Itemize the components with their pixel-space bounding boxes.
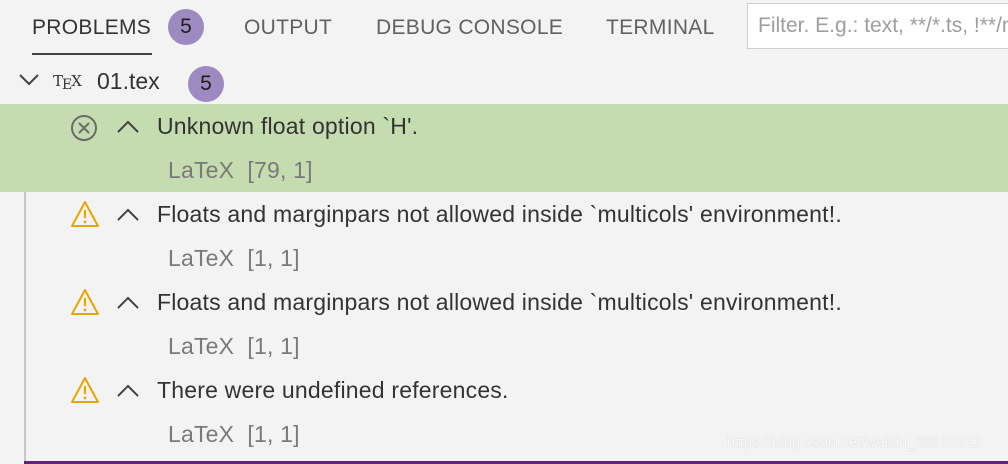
file-problems-count-badge: 5 bbox=[188, 66, 224, 102]
problem-item[interactable]: Floats and marginpars not allowed inside… bbox=[26, 280, 1008, 368]
error-icon bbox=[71, 115, 97, 141]
chevron-up-icon[interactable] bbox=[116, 384, 140, 398]
watermark-text: https://blog.csdn.net/weixin_36815313 bbox=[727, 434, 983, 451]
problem-message: Floats and marginpars not allowed inside… bbox=[157, 201, 842, 227]
tab-terminal[interactable]: TERMINAL bbox=[606, 14, 715, 42]
problem-source: LaTeX [1, 1] bbox=[168, 333, 300, 359]
problem-source: LaTeX [1, 1] bbox=[168, 421, 300, 447]
tex-icon: TEX bbox=[53, 72, 82, 93]
filter-input[interactable] bbox=[747, 3, 1008, 49]
file-name: 01.tex bbox=[97, 68, 160, 94]
tab-output[interactable]: OUTPUT bbox=[244, 14, 332, 42]
panel-tab-bar: PROBLEMS 5 OUTPUT DEBUG CONSOLE TERMINAL bbox=[0, 0, 1008, 58]
chevron-up-icon[interactable] bbox=[116, 296, 140, 310]
chevron-up-icon[interactable] bbox=[116, 120, 140, 134]
tab-debug-console[interactable]: DEBUG CONSOLE bbox=[376, 14, 563, 42]
problem-message: There were undefined references. bbox=[157, 377, 509, 403]
problem-source: LaTeX [79, 1] bbox=[168, 157, 313, 183]
problem-source: LaTeX [1, 1] bbox=[168, 245, 300, 271]
warning-icon bbox=[71, 289, 99, 315]
problem-item[interactable]: Floats and marginpars not allowed inside… bbox=[26, 192, 1008, 280]
problem-message: Unknown float option `H'. bbox=[157, 113, 419, 139]
tab-problems[interactable]: PROBLEMS bbox=[32, 14, 151, 42]
active-tab-indicator bbox=[32, 53, 152, 55]
chevron-down-icon[interactable] bbox=[18, 73, 40, 87]
warning-icon bbox=[71, 201, 99, 227]
problems-count-badge: 5 bbox=[168, 9, 204, 45]
chevron-up-icon[interactable] bbox=[116, 208, 140, 222]
problem-item[interactable]: Unknown float option `H'. LaTeX [79, 1] bbox=[0, 104, 1008, 192]
problem-message: Floats and marginpars not allowed inside… bbox=[157, 289, 842, 315]
warning-icon bbox=[71, 377, 99, 403]
